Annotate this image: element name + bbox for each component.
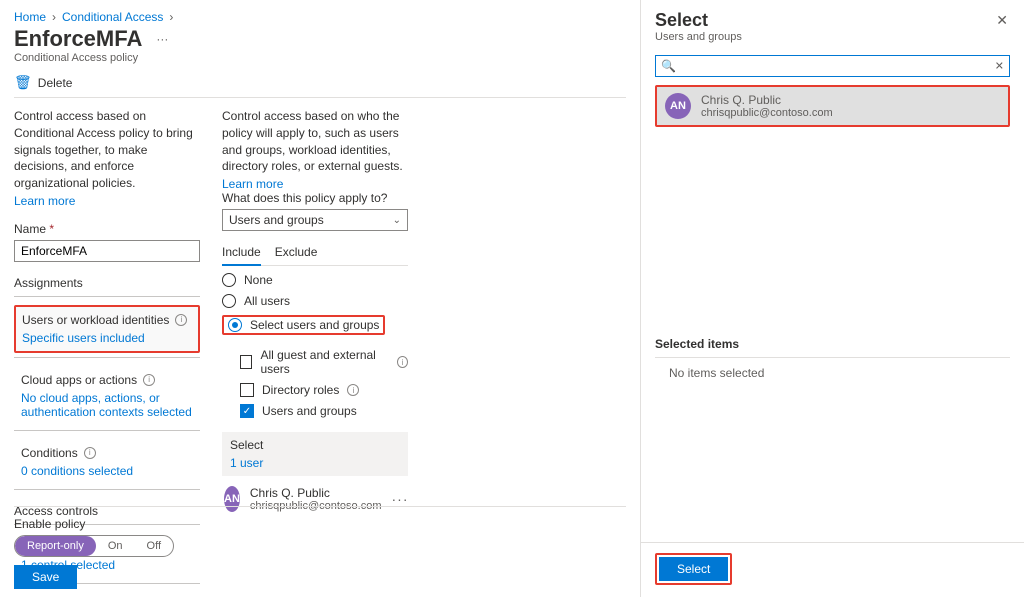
tab-exclude[interactable]: Exclude: [275, 241, 318, 265]
select-users-title: Select: [230, 438, 400, 452]
search-icon: 🔍: [661, 59, 676, 73]
divider: [14, 506, 626, 507]
clear-icon[interactable]: ✕: [995, 60, 1004, 73]
apply-to-value: Users and groups: [229, 213, 324, 227]
check-directory-roles[interactable]: Directory roles i: [240, 383, 408, 397]
apply-to-label: What does this policy apply to?: [222, 191, 408, 205]
selected-user-name: Chris Q. Public: [250, 486, 382, 500]
select-users-block[interactable]: Select 1 user: [222, 432, 408, 476]
learn-more-link[interactable]: Learn more: [222, 177, 283, 191]
checkbox-icon: ✓: [240, 404, 254, 418]
breadcrumb-home[interactable]: Home: [14, 10, 46, 24]
policy-name-input[interactable]: [14, 240, 200, 262]
save-button[interactable]: Save: [14, 565, 77, 589]
check-directory-roles-label: Directory roles: [262, 383, 339, 397]
chevron-right-icon: ›: [52, 10, 56, 24]
policy-description: Control access based on Conditional Acce…: [14, 108, 200, 192]
enable-policy-label: Enable policy: [14, 517, 626, 531]
users-workload-identities-row[interactable]: Users or workload identities i Specific …: [14, 305, 200, 353]
chevron-down-icon: ⌄: [393, 215, 401, 226]
name-label: Name *: [14, 222, 200, 236]
toggle-report-only[interactable]: Report-only: [15, 536, 96, 556]
panel-title: Select: [655, 10, 742, 31]
info-icon[interactable]: i: [397, 356, 408, 368]
conditions-status: 0 conditions selected: [21, 464, 193, 478]
cloud-apps-status: No cloud apps, actions, or authenticatio…: [21, 391, 193, 419]
radio-icon: [228, 318, 242, 332]
cloud-apps-row[interactable]: Cloud apps or actions i No cloud apps, a…: [14, 366, 200, 426]
more-icon[interactable]: ···: [392, 491, 409, 507]
apply-description: Control access based on who the policy w…: [222, 108, 408, 175]
divider: [14, 357, 200, 358]
avatar: AN: [665, 93, 691, 119]
toggle-off[interactable]: Off: [135, 536, 173, 556]
radio-icon: [222, 273, 236, 287]
result-mail: chrisqpublic@contoso.com: [701, 107, 833, 119]
delete-button[interactable]: 🗑 Delete: [14, 74, 626, 91]
info-icon[interactable]: i: [347, 384, 359, 396]
check-users-groups[interactable]: ✓ Users and groups: [240, 404, 408, 418]
radio-all-users[interactable]: All users: [222, 294, 408, 308]
divider: [14, 296, 200, 297]
cloud-apps-label: Cloud apps or actions: [21, 373, 137, 387]
assignments-heading: Assignments: [14, 276, 200, 290]
result-name: Chris Q. Public: [701, 93, 833, 107]
divider: [655, 357, 1010, 358]
trash-icon: 🗑: [14, 74, 32, 91]
users-workload-identities-status: Specific users included: [22, 331, 192, 345]
close-icon[interactable]: ✕: [994, 10, 1010, 31]
radio-all-users-label: All users: [244, 294, 290, 308]
session-row[interactable]: Session i 0 controls selected: [14, 592, 200, 597]
page-title: EnforceMFA: [14, 26, 142, 52]
toggle-on[interactable]: On: [96, 536, 135, 556]
no-items-text: No items selected: [669, 366, 1010, 380]
page-subtitle: Conditional Access policy: [14, 52, 626, 64]
panel-subtitle: Users and groups: [655, 31, 742, 43]
search-input[interactable]: [655, 55, 1010, 77]
radio-none[interactable]: None: [222, 273, 408, 287]
info-icon[interactable]: i: [175, 314, 187, 326]
checkbox-icon: [240, 383, 254, 397]
divider: [14, 430, 200, 431]
check-guest-external[interactable]: All guest and external users i: [240, 348, 408, 376]
selected-items-heading: Selected items: [655, 337, 1010, 351]
chevron-right-icon: ›: [169, 10, 173, 24]
info-icon[interactable]: i: [84, 447, 96, 459]
enable-policy-toggle[interactable]: Report-only On Off: [14, 535, 174, 557]
check-guest-external-label: All guest and external users: [260, 348, 389, 376]
tab-include[interactable]: Include: [222, 241, 261, 265]
users-workload-identities-label: Users or workload identities: [22, 313, 169, 327]
select-panel: Select Users and groups ✕ 🔍 ✕ AN Chris Q…: [640, 0, 1024, 597]
more-icon[interactable]: ···: [152, 32, 172, 46]
delete-label: Delete: [38, 76, 73, 90]
conditions-row[interactable]: Conditions i 0 conditions selected: [14, 439, 200, 485]
breadcrumb: Home › Conditional Access ›: [14, 10, 626, 24]
info-icon[interactable]: i: [143, 374, 155, 386]
breadcrumb-conditional-access[interactable]: Conditional Access: [62, 10, 163, 24]
select-button[interactable]: Select: [659, 557, 728, 581]
radio-none-label: None: [244, 273, 273, 287]
check-users-groups-label: Users and groups: [262, 404, 357, 418]
radio-select-users-groups-label: Select users and groups: [250, 318, 379, 332]
radio-select-users-groups[interactable]: Select users and groups: [222, 315, 385, 335]
radio-icon: [222, 294, 236, 308]
search-result-row[interactable]: AN Chris Q. Public chrisqpublic@contoso.…: [655, 85, 1010, 127]
panel-search[interactable]: 🔍 ✕: [655, 55, 1010, 77]
learn-more-link[interactable]: Learn more: [14, 194, 75, 208]
apply-to-select[interactable]: Users and groups ⌄: [222, 209, 408, 231]
divider: [14, 97, 626, 98]
select-users-count-link[interactable]: 1 user: [230, 456, 400, 470]
divider: [14, 489, 200, 490]
conditions-label: Conditions: [21, 446, 78, 460]
checkbox-icon: [240, 355, 252, 369]
